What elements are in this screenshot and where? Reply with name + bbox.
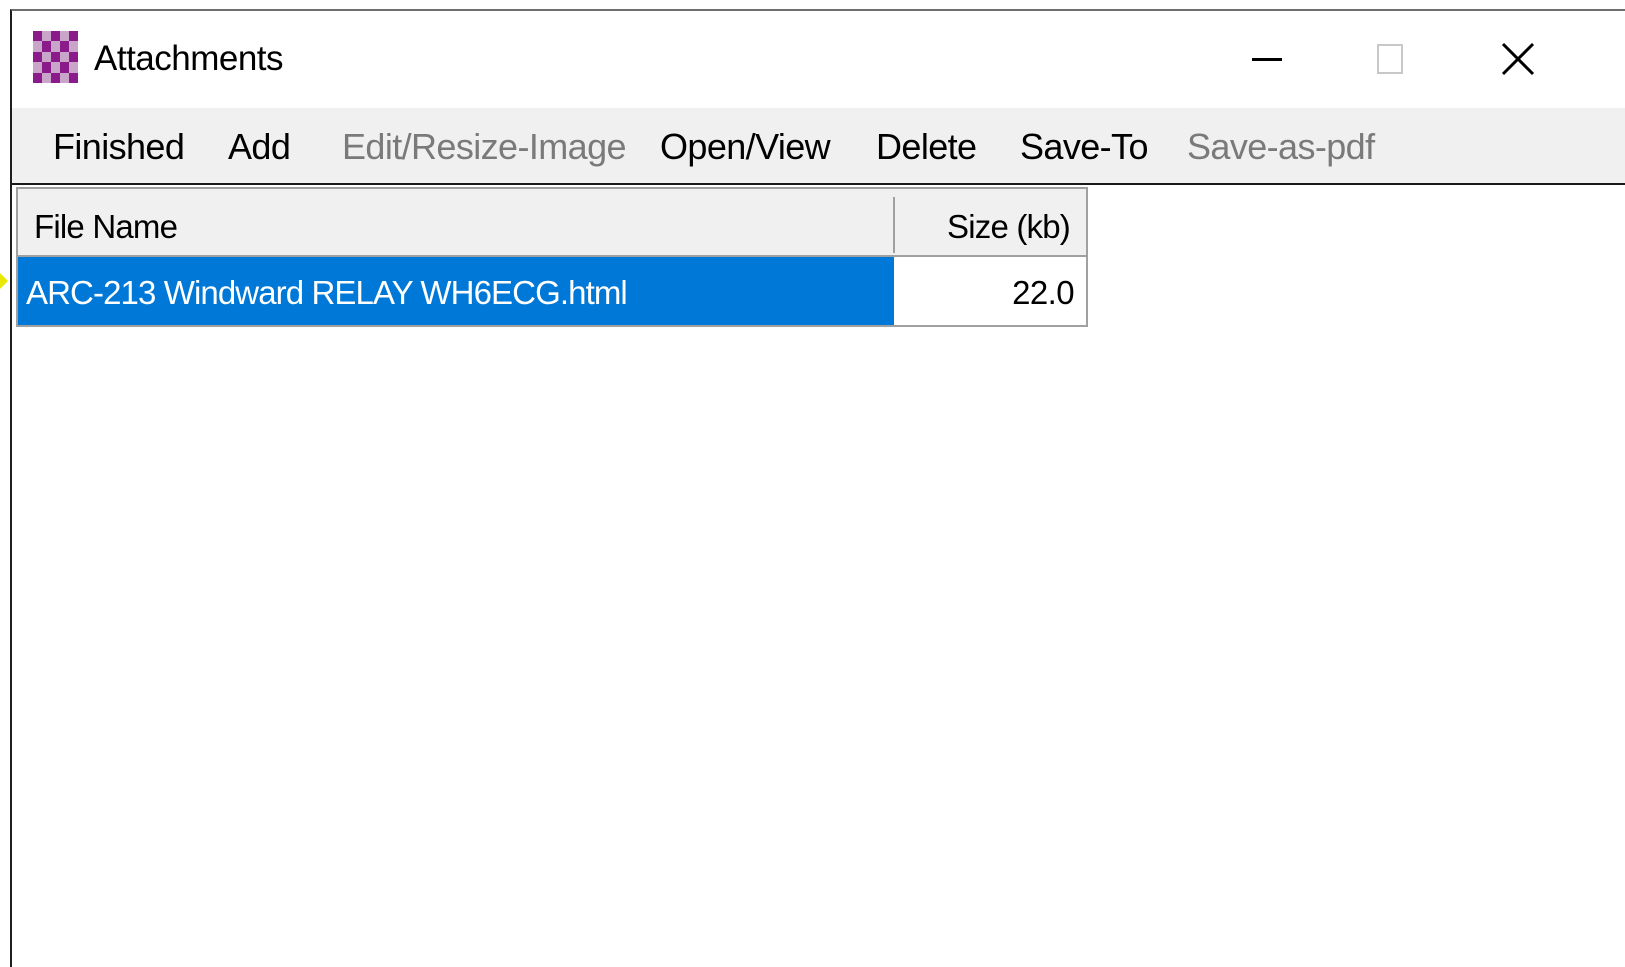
- maximize-icon: [1377, 44, 1403, 74]
- menu-save-as-pdf[interactable]: Save-as-pdf: [1187, 126, 1375, 168]
- cell-size[interactable]: 22.0: [894, 257, 1086, 325]
- file-size-text: 22.0: [1012, 274, 1074, 311]
- menu-add[interactable]: Add: [228, 126, 291, 168]
- column-resize-handle[interactable]: [893, 197, 895, 253]
- table-row[interactable]: ARC-213 Windward RELAY WH6ECG.html 22.0: [18, 257, 1086, 325]
- title-bar[interactable]: Attachments: [12, 11, 1625, 108]
- file-name-text: ARC-213 Windward RELAY WH6ECG.html: [26, 274, 628, 311]
- menu-finished[interactable]: Finished: [53, 126, 185, 168]
- attachments-table: File Name Size (kb) ARC-213 Windward REL…: [16, 187, 1088, 327]
- attachments-window: Attachments Finished Add Edit/Resize-Ima…: [10, 9, 1625, 967]
- minimize-button[interactable]: [1212, 19, 1322, 99]
- minimize-icon: [1252, 57, 1282, 61]
- menu-open-view[interactable]: Open/View: [660, 126, 831, 168]
- menu-edit-resize-image[interactable]: Edit/Resize-Image: [342, 126, 627, 168]
- close-icon: [1501, 42, 1535, 76]
- checkerboard-app-icon: [33, 31, 78, 83]
- current-row-indicator-icon: [0, 271, 8, 291]
- column-header-file-name[interactable]: File Name: [34, 208, 178, 246]
- column-header-size[interactable]: Size (kb): [947, 208, 1071, 246]
- menu-toolbar: Finished Add Edit/Resize-Image Open/View…: [12, 108, 1625, 185]
- menu-save-to[interactable]: Save-To: [1020, 126, 1148, 168]
- maximize-button[interactable]: [1335, 19, 1445, 99]
- table-header: File Name Size (kb): [18, 189, 1086, 257]
- cell-file-name[interactable]: ARC-213 Windward RELAY WH6ECG.html: [18, 257, 894, 325]
- menu-delete[interactable]: Delete: [876, 126, 977, 168]
- close-button[interactable]: [1463, 19, 1573, 99]
- window-title: Attachments: [94, 39, 284, 78]
